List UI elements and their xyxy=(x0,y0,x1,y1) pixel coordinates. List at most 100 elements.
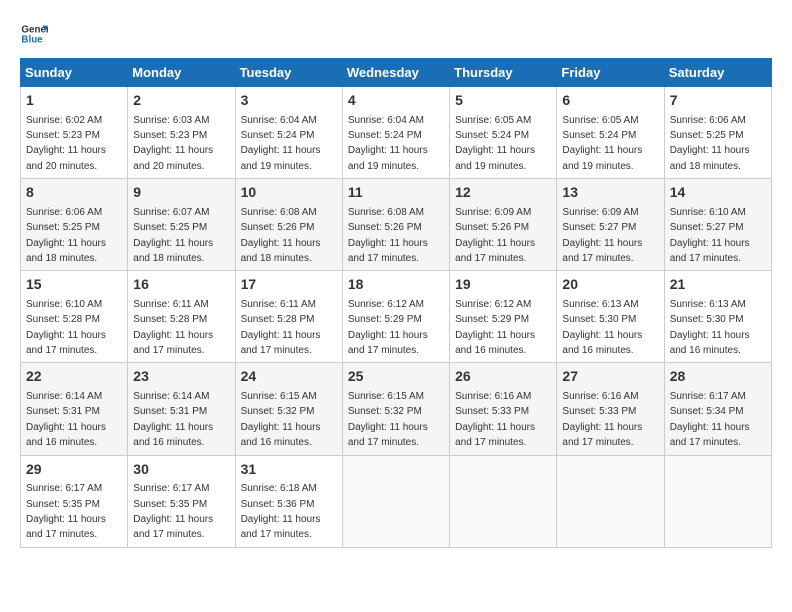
day-number: 30 xyxy=(133,460,229,480)
table-row xyxy=(450,455,557,547)
page-header: General Blue xyxy=(20,20,772,48)
table-row: 16 Sunrise: 6:11 AMSunset: 5:28 PMDaylig… xyxy=(128,271,235,363)
day-info: Sunrise: 6:13 AMSunset: 5:30 PMDaylight:… xyxy=(670,299,750,356)
day-info: Sunrise: 6:07 AMSunset: 5:25 PMDaylight:… xyxy=(133,207,213,264)
day-info: Sunrise: 6:14 AMSunset: 5:31 PMDaylight:… xyxy=(26,391,106,448)
day-info: Sunrise: 6:02 AMSunset: 5:23 PMDaylight:… xyxy=(26,115,106,172)
day-number: 27 xyxy=(562,367,658,387)
day-info: Sunrise: 6:04 AMSunset: 5:24 PMDaylight:… xyxy=(348,115,428,172)
day-info: Sunrise: 6:14 AMSunset: 5:31 PMDaylight:… xyxy=(133,391,213,448)
week-row-2: 8 Sunrise: 6:06 AMSunset: 5:25 PMDayligh… xyxy=(21,179,772,271)
table-row: 22 Sunrise: 6:14 AMSunset: 5:31 PMDaylig… xyxy=(21,363,128,455)
logo: General Blue xyxy=(20,20,48,48)
day-number: 15 xyxy=(26,275,122,295)
day-info: Sunrise: 6:03 AMSunset: 5:23 PMDaylight:… xyxy=(133,115,213,172)
col-header-friday: Friday xyxy=(557,59,664,87)
day-info: Sunrise: 6:09 AMSunset: 5:27 PMDaylight:… xyxy=(562,207,642,264)
col-header-saturday: Saturday xyxy=(664,59,771,87)
table-row: 2 Sunrise: 6:03 AMSunset: 5:23 PMDayligh… xyxy=(128,87,235,179)
day-number: 9 xyxy=(133,183,229,203)
table-row: 19 Sunrise: 6:12 AMSunset: 5:29 PMDaylig… xyxy=(450,271,557,363)
day-number: 17 xyxy=(241,275,337,295)
table-row: 29 Sunrise: 6:17 AMSunset: 5:35 PMDaylig… xyxy=(21,455,128,547)
day-number: 1 xyxy=(26,91,122,111)
day-number: 26 xyxy=(455,367,551,387)
day-number: 13 xyxy=(562,183,658,203)
col-header-sunday: Sunday xyxy=(21,59,128,87)
table-row: 7 Sunrise: 6:06 AMSunset: 5:25 PMDayligh… xyxy=(664,87,771,179)
day-number: 28 xyxy=(670,367,766,387)
day-info: Sunrise: 6:12 AMSunset: 5:29 PMDaylight:… xyxy=(455,299,535,356)
col-header-tuesday: Tuesday xyxy=(235,59,342,87)
week-row-3: 15 Sunrise: 6:10 AMSunset: 5:28 PMDaylig… xyxy=(21,271,772,363)
table-row xyxy=(342,455,449,547)
day-info: Sunrise: 6:18 AMSunset: 5:36 PMDaylight:… xyxy=(241,483,321,540)
col-header-thursday: Thursday xyxy=(450,59,557,87)
day-info: Sunrise: 6:15 AMSunset: 5:32 PMDaylight:… xyxy=(348,391,428,448)
table-row: 21 Sunrise: 6:13 AMSunset: 5:30 PMDaylig… xyxy=(664,271,771,363)
col-header-monday: Monday xyxy=(128,59,235,87)
day-number: 20 xyxy=(562,275,658,295)
day-number: 8 xyxy=(26,183,122,203)
day-number: 5 xyxy=(455,91,551,111)
day-number: 21 xyxy=(670,275,766,295)
day-number: 12 xyxy=(455,183,551,203)
table-row: 24 Sunrise: 6:15 AMSunset: 5:32 PMDaylig… xyxy=(235,363,342,455)
table-row: 3 Sunrise: 6:04 AMSunset: 5:24 PMDayligh… xyxy=(235,87,342,179)
day-info: Sunrise: 6:09 AMSunset: 5:26 PMDaylight:… xyxy=(455,207,535,264)
day-number: 19 xyxy=(455,275,551,295)
week-row-5: 29 Sunrise: 6:17 AMSunset: 5:35 PMDaylig… xyxy=(21,455,772,547)
day-info: Sunrise: 6:17 AMSunset: 5:34 PMDaylight:… xyxy=(670,391,750,448)
day-number: 7 xyxy=(670,91,766,111)
day-number: 4 xyxy=(348,91,444,111)
day-number: 24 xyxy=(241,367,337,387)
table-row: 30 Sunrise: 6:17 AMSunset: 5:35 PMDaylig… xyxy=(128,455,235,547)
day-info: Sunrise: 6:16 AMSunset: 5:33 PMDaylight:… xyxy=(562,391,642,448)
col-header-wednesday: Wednesday xyxy=(342,59,449,87)
day-info: Sunrise: 6:17 AMSunset: 5:35 PMDaylight:… xyxy=(26,483,106,540)
table-row: 26 Sunrise: 6:16 AMSunset: 5:33 PMDaylig… xyxy=(450,363,557,455)
day-number: 25 xyxy=(348,367,444,387)
table-row: 17 Sunrise: 6:11 AMSunset: 5:28 PMDaylig… xyxy=(235,271,342,363)
table-row: 6 Sunrise: 6:05 AMSunset: 5:24 PMDayligh… xyxy=(557,87,664,179)
calendar-table: SundayMondayTuesdayWednesdayThursdayFrid… xyxy=(20,58,772,548)
day-info: Sunrise: 6:11 AMSunset: 5:28 PMDaylight:… xyxy=(133,299,213,356)
table-row: 18 Sunrise: 6:12 AMSunset: 5:29 PMDaylig… xyxy=(342,271,449,363)
logo-icon: General Blue xyxy=(20,20,48,48)
day-info: Sunrise: 6:12 AMSunset: 5:29 PMDaylight:… xyxy=(348,299,428,356)
day-info: Sunrise: 6:15 AMSunset: 5:32 PMDaylight:… xyxy=(241,391,321,448)
table-row: 25 Sunrise: 6:15 AMSunset: 5:32 PMDaylig… xyxy=(342,363,449,455)
table-row: 8 Sunrise: 6:06 AMSunset: 5:25 PMDayligh… xyxy=(21,179,128,271)
day-info: Sunrise: 6:05 AMSunset: 5:24 PMDaylight:… xyxy=(562,115,642,172)
svg-text:Blue: Blue xyxy=(21,34,43,45)
day-number: 10 xyxy=(241,183,337,203)
table-row: 14 Sunrise: 6:10 AMSunset: 5:27 PMDaylig… xyxy=(664,179,771,271)
week-row-1: 1 Sunrise: 6:02 AMSunset: 5:23 PMDayligh… xyxy=(21,87,772,179)
day-number: 31 xyxy=(241,460,337,480)
day-number: 2 xyxy=(133,91,229,111)
table-row: 4 Sunrise: 6:04 AMSunset: 5:24 PMDayligh… xyxy=(342,87,449,179)
day-info: Sunrise: 6:08 AMSunset: 5:26 PMDaylight:… xyxy=(241,207,321,264)
day-info: Sunrise: 6:10 AMSunset: 5:27 PMDaylight:… xyxy=(670,207,750,264)
day-number: 29 xyxy=(26,460,122,480)
day-number: 14 xyxy=(670,183,766,203)
day-info: Sunrise: 6:06 AMSunset: 5:25 PMDaylight:… xyxy=(670,115,750,172)
day-info: Sunrise: 6:06 AMSunset: 5:25 PMDaylight:… xyxy=(26,207,106,264)
day-info: Sunrise: 6:05 AMSunset: 5:24 PMDaylight:… xyxy=(455,115,535,172)
table-row: 10 Sunrise: 6:08 AMSunset: 5:26 PMDaylig… xyxy=(235,179,342,271)
table-row: 15 Sunrise: 6:10 AMSunset: 5:28 PMDaylig… xyxy=(21,271,128,363)
day-number: 6 xyxy=(562,91,658,111)
table-row: 9 Sunrise: 6:07 AMSunset: 5:25 PMDayligh… xyxy=(128,179,235,271)
day-info: Sunrise: 6:16 AMSunset: 5:33 PMDaylight:… xyxy=(455,391,535,448)
day-info: Sunrise: 6:11 AMSunset: 5:28 PMDaylight:… xyxy=(241,299,321,356)
table-row: 27 Sunrise: 6:16 AMSunset: 5:33 PMDaylig… xyxy=(557,363,664,455)
day-info: Sunrise: 6:08 AMSunset: 5:26 PMDaylight:… xyxy=(348,207,428,264)
table-row: 13 Sunrise: 6:09 AMSunset: 5:27 PMDaylig… xyxy=(557,179,664,271)
table-row: 23 Sunrise: 6:14 AMSunset: 5:31 PMDaylig… xyxy=(128,363,235,455)
day-number: 23 xyxy=(133,367,229,387)
table-row: 12 Sunrise: 6:09 AMSunset: 5:26 PMDaylig… xyxy=(450,179,557,271)
day-number: 11 xyxy=(348,183,444,203)
week-row-4: 22 Sunrise: 6:14 AMSunset: 5:31 PMDaylig… xyxy=(21,363,772,455)
day-info: Sunrise: 6:04 AMSunset: 5:24 PMDaylight:… xyxy=(241,115,321,172)
day-number: 22 xyxy=(26,367,122,387)
